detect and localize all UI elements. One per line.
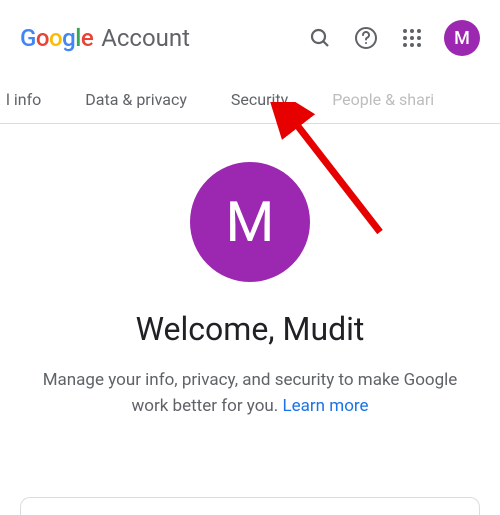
tab-info[interactable]: l info	[0, 76, 63, 123]
learn-more-link[interactable]: Learn more	[283, 396, 369, 416]
tab-data-privacy[interactable]: Data & privacy	[63, 76, 209, 123]
avatar-large: M	[190, 162, 310, 282]
subtitle-text: Manage your info, privacy, and security …	[43, 370, 458, 416]
search-icon[interactable]	[300, 18, 340, 58]
google-logo: Google	[20, 24, 93, 52]
header: Google Account M	[0, 0, 500, 76]
tab-security[interactable]: Security	[209, 76, 310, 123]
main-content: M Welcome, Mudit Manage your info, priva…	[0, 124, 500, 439]
tab-people-sharing[interactable]: People & shari	[310, 76, 434, 123]
help-icon[interactable]	[346, 18, 386, 58]
tabs: l info Data & privacy Security People & …	[0, 76, 500, 124]
account-label: Account	[101, 24, 190, 52]
subtitle: Manage your info, privacy, and security …	[30, 368, 470, 419]
apps-icon[interactable]	[392, 18, 432, 58]
welcome-heading: Welcome, Mudit	[136, 310, 365, 348]
avatar-small[interactable]: M	[444, 20, 480, 56]
card-top-edge	[20, 497, 480, 515]
